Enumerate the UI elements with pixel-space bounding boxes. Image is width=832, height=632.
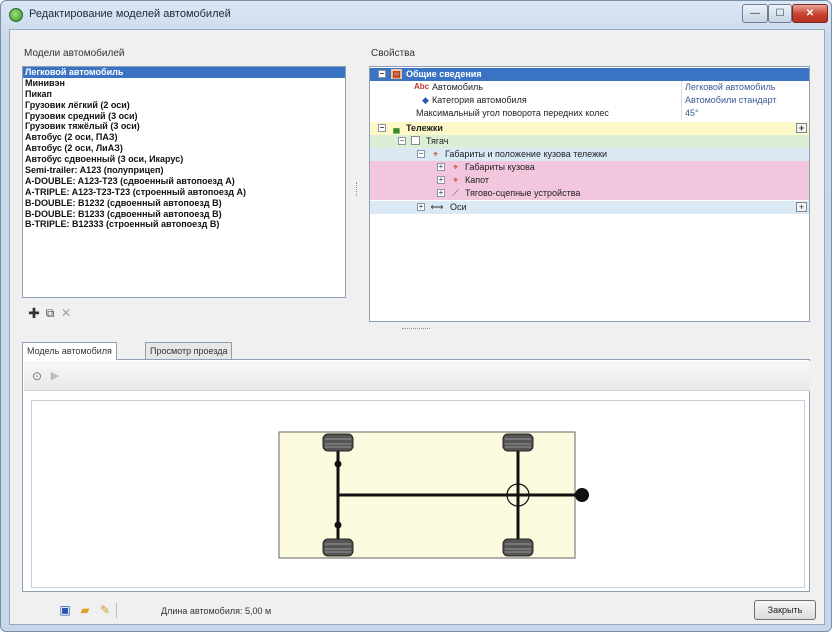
dimensions-row[interactable]: − ⌖ Габариты и положение кузова тележки xyxy=(370,148,809,161)
app-icon xyxy=(9,8,23,22)
model-item-selected[interactable]: Легковой автомобиль xyxy=(23,67,345,78)
model-item[interactable]: A-DOUBLE: A123-T23 (сдвоенный автопоезд … xyxy=(23,176,345,187)
expand-toggle[interactable]: + xyxy=(437,176,445,184)
model-item[interactable]: Автобус (2 оси, ЛиАЗ) xyxy=(23,143,345,154)
max-angle-value[interactable]: 45° xyxy=(681,107,809,120)
car-length-status: Длина автомобиля: 5,00 м xyxy=(161,606,272,616)
property-row-category[interactable]: ◆ Категория автомобиля Автомобили станда… xyxy=(370,94,809,107)
car-label: Автомобиль xyxy=(432,82,483,92)
save-icon[interactable]: ▣ xyxy=(58,604,72,617)
collapse-toggle[interactable]: − xyxy=(378,124,386,132)
property-row-car[interactable]: Abc Автомобиль Легковой автомобиль xyxy=(370,81,809,94)
tab-car-model[interactable]: Модель автомобиля xyxy=(22,342,117,360)
minimize-button[interactable]: — xyxy=(742,4,768,23)
models-label: Модели автомобилей xyxy=(24,48,125,59)
hood-label: Капот xyxy=(465,175,490,185)
tractor-row[interactable]: − Тягач xyxy=(370,135,809,148)
play-icon[interactable]: ▶ xyxy=(48,369,62,383)
cart-icon: ▄ xyxy=(393,123,400,133)
body-dimensions-row[interactable]: + ⌖ Габариты кузова xyxy=(370,161,809,174)
axles-label: Оси xyxy=(450,202,467,212)
axles-row[interactable]: + ⟷ Оси + xyxy=(370,201,809,214)
body-dimensions-label: Габариты кузова xyxy=(465,162,535,172)
car-schematic xyxy=(278,431,589,559)
model-item[interactable]: Автобус (2 оси, ПАЗ) xyxy=(23,132,345,143)
zoom-icon[interactable]: ⊙ xyxy=(30,369,44,383)
model-item[interactable]: Пикап xyxy=(23,89,345,100)
checkbox-icon[interactable] xyxy=(411,136,420,145)
open-folder-icon[interactable]: ▰ xyxy=(78,604,92,617)
general-info-header: Общие сведения xyxy=(406,69,482,79)
model-item[interactable]: Грузовик средний (3 оси) xyxy=(23,111,345,122)
add-model-button[interactable]: ✚ xyxy=(27,306,41,320)
hood-row[interactable]: + ⌖ Капот xyxy=(370,174,809,187)
models-list[interactable]: Легковой автомобиль Минивэн Пикап Грузов… xyxy=(22,66,346,298)
category-value[interactable]: Автомобили стандарт xyxy=(681,94,809,107)
dimensions-icon: ⌖ xyxy=(432,149,439,159)
carts-header: Тележки xyxy=(406,123,443,133)
dimensions-icon: ⌖ xyxy=(452,175,459,185)
model-item[interactable]: Грузовик лёгкий (2 оси) xyxy=(23,100,345,111)
dimensions-label: Габариты и положение кузова тележки xyxy=(445,149,608,159)
status-separator xyxy=(116,603,117,618)
expand-toggle[interactable]: + xyxy=(417,203,425,211)
text-field-icon: Abc xyxy=(414,82,430,91)
drawing-toolbar: ⊙ ▶ xyxy=(24,361,810,391)
title-bar[interactable]: Редактирование моделей автомобилей — ☐ ✕ xyxy=(1,1,831,29)
window-close-button[interactable]: ✕ xyxy=(792,4,828,23)
max-angle-label: Максимальный угол поворота передних коле… xyxy=(416,108,609,118)
collapse-toggle[interactable]: − xyxy=(398,137,406,145)
add-axle-button[interactable]: + xyxy=(796,202,807,212)
car-value[interactable]: Легковой автомобиль xyxy=(681,81,809,94)
delete-model-button[interactable]: ✕ xyxy=(59,306,73,320)
tab-drive-preview[interactable]: Просмотр проезда xyxy=(145,342,233,359)
close-button[interactable]: Закрыть xyxy=(754,600,816,620)
model-item[interactable]: A-TRIPLE: A123-T23-T23 (строенный автопо… xyxy=(23,187,345,198)
hitch-point xyxy=(575,488,589,502)
form-icon: ▤ xyxy=(391,69,402,79)
property-row-max-angle[interactable]: Максимальный угол поворота передних коле… xyxy=(370,107,809,120)
collapse-toggle[interactable]: − xyxy=(417,150,425,158)
model-item[interactable]: Semi-trailer: A123 (полуприцеп) xyxy=(23,165,345,176)
axle-icon: ⟷ xyxy=(430,202,444,212)
tab-panel-car-model: ⊙ ▶ xyxy=(22,359,810,592)
add-cart-button[interactable]: + xyxy=(796,123,807,133)
model-item[interactable]: B-DOUBLE: B1233 (сдвоенный автопоезд В) xyxy=(23,209,345,220)
expand-toggle[interactable]: + xyxy=(437,189,445,197)
expand-toggle[interactable]: + xyxy=(437,163,445,171)
drawing-area xyxy=(31,400,805,588)
carts-row[interactable]: − ▄ Тележки + xyxy=(370,122,809,135)
coupling-row[interactable]: + ⟋ Тягово-сцепные устройства xyxy=(370,187,809,200)
model-item[interactable]: B-DOUBLE: B1232 (сдвоенный автопоезд В) xyxy=(23,198,345,209)
dimensions-icon: ⌖ xyxy=(452,162,459,172)
model-item[interactable]: Грузовик тяжёлый (3 оси) xyxy=(23,121,345,132)
axle-joint xyxy=(334,460,342,468)
properties-grid[interactable]: − ▤ Общие сведения Abc Автомобиль Легков… xyxy=(369,66,810,322)
model-item[interactable]: B-TRIPLE: B12333 (строенный автопоезд В) xyxy=(23,219,345,230)
general-info-row[interactable]: − ▤ Общие сведения xyxy=(370,68,809,81)
horizontal-splitter[interactable] xyxy=(402,328,430,330)
wheel-rear-left xyxy=(322,433,354,452)
properties-label: Свойства xyxy=(371,48,415,59)
model-item[interactable]: Минивэн xyxy=(23,78,345,89)
collapse-toggle[interactable]: − xyxy=(378,70,386,78)
model-item[interactable]: Автобус сдвоенный (3 оси, Икарус) xyxy=(23,154,345,165)
category-label: Категория автомобиля xyxy=(432,95,527,105)
wheel-front-right xyxy=(502,538,534,557)
wheel-rear-right xyxy=(322,538,354,557)
window-title: Редактирование моделей автомобилей xyxy=(29,8,231,20)
wheel-front-left xyxy=(502,433,534,452)
vertical-splitter[interactable] xyxy=(356,182,358,196)
diamond-icon: ◆ xyxy=(422,95,429,105)
copy-model-button[interactable]: ⧉ xyxy=(43,306,57,320)
coupling-icon: ⟋ xyxy=(452,188,459,198)
maximize-button[interactable]: ☐ xyxy=(768,4,792,23)
axle-joint xyxy=(334,521,342,529)
tractor-label: Тягач xyxy=(426,136,449,146)
edit-icon[interactable]: ✎ xyxy=(98,604,112,617)
coupling-label: Тягово-сцепные устройства xyxy=(465,188,581,198)
